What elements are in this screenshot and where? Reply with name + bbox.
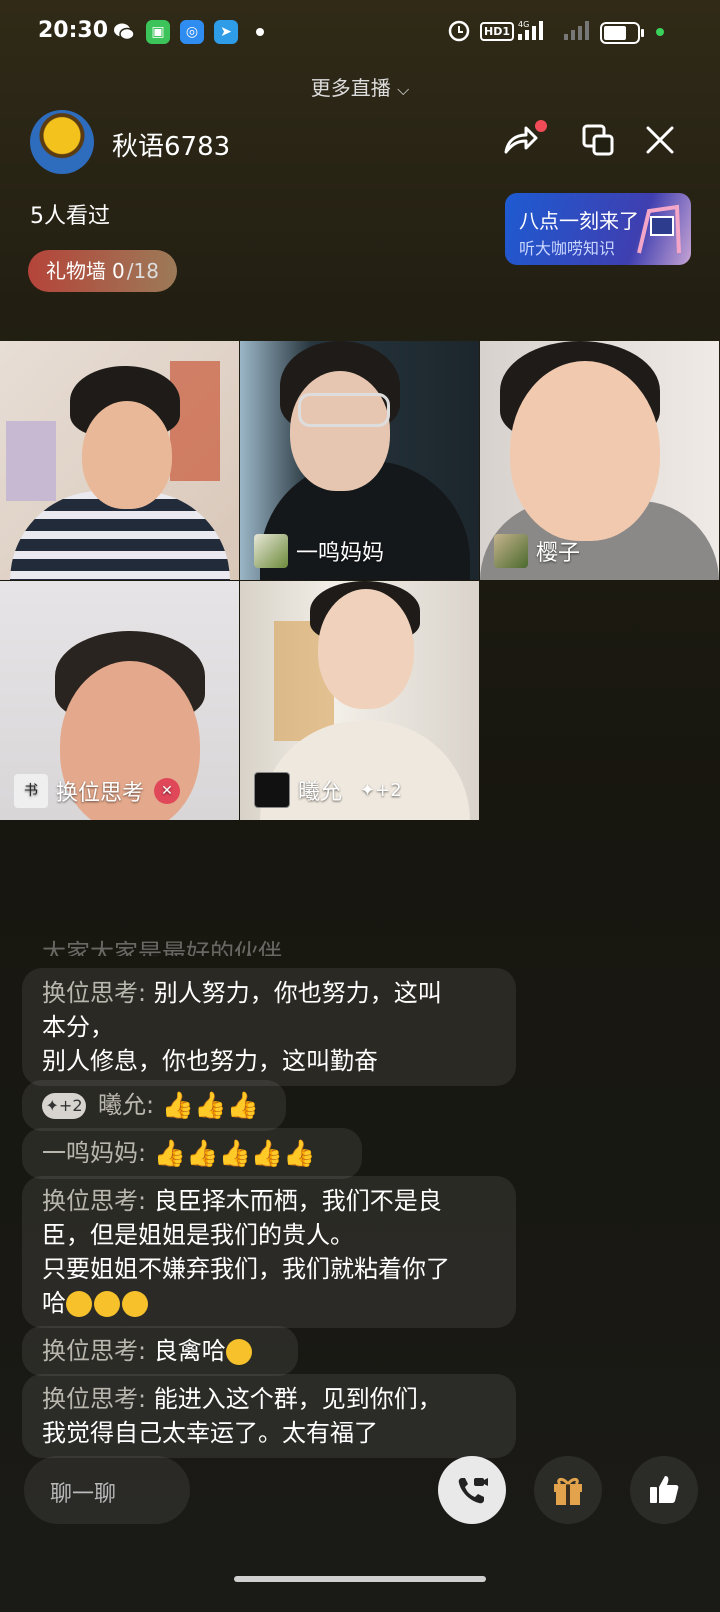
host-name[interactable]: 秋语6783 xyxy=(112,126,230,163)
chat-user: 换位思考: xyxy=(42,1337,147,1365)
battery-icon xyxy=(600,22,646,48)
user-avatar xyxy=(254,772,290,808)
chat-message: 换位思考: 良臣择木而栖，我们不是良 臣，但是姐姐是我们的贵人。 只要姐姐不嫌弃… xyxy=(22,1176,516,1328)
chat-input[interactable]: 聊一聊 xyxy=(24,1456,190,1524)
telegram-icon: ➤ xyxy=(214,20,238,44)
chat-text: 良禽哈 xyxy=(153,1337,226,1365)
more-live-button[interactable]: 更多直播 ⌵ xyxy=(0,72,720,101)
chat-text: 本分， xyxy=(42,1013,114,1041)
grin-emoji xyxy=(122,1291,148,1317)
grin-emoji xyxy=(94,1291,120,1317)
chat-text: 哈 xyxy=(42,1289,66,1317)
svg-text:4G: 4G xyxy=(518,20,529,29)
chat-text: 臣，但是姐姐是我们的贵人。 xyxy=(42,1221,354,1249)
video-tile-4[interactable]: 书 换位思考 ✕ xyxy=(0,581,239,820)
chat-message: 换位思考: 能进入这个群，见到你们， 我觉得自己太幸运了。太有福了 xyxy=(22,1374,516,1458)
thumbs-up-emoji: 👍 xyxy=(186,1139,219,1169)
like-button[interactable] xyxy=(630,1456,698,1524)
thumbs-up-emoji: 👍 xyxy=(218,1139,251,1169)
thumbs-up-emoji: 👍 xyxy=(226,1091,259,1121)
chat-user: 换位思考: xyxy=(42,979,147,1007)
chat-message: ✦+2 曦允: 👍👍👍 xyxy=(22,1080,286,1131)
thumbs-up-emoji: 👍 xyxy=(194,1091,227,1121)
chat-user: 换位思考: xyxy=(42,1385,147,1413)
status-time: 20:30 xyxy=(38,18,109,43)
tile-user-name: 一鸣妈妈 xyxy=(296,541,385,566)
promo-subtitle: 听大咖唠知识 xyxy=(519,239,616,258)
user-avatar xyxy=(254,534,288,568)
share-icon[interactable] xyxy=(500,120,540,160)
chat-message: 一鸣妈妈: 👍👍👍👍👍 xyxy=(22,1128,362,1179)
thumbs-up-emoji: 👍 xyxy=(153,1139,187,1169)
chat-message: 换位思考: 良禽哈 xyxy=(22,1326,298,1376)
chevron-down-icon: ⌵ xyxy=(397,80,410,99)
tile-badge: +2 xyxy=(375,779,402,801)
chair-icon xyxy=(637,204,681,254)
share-notification-dot xyxy=(535,120,547,132)
gift-wall-count: 0 xyxy=(112,259,125,283)
tile-label: 书 换位思考 ✕ xyxy=(14,774,181,808)
gift-wall-button[interactable]: 礼物墙 0 /18 xyxy=(28,250,177,292)
gift-wall-label: 礼物墙 xyxy=(46,259,106,283)
close-icon[interactable] xyxy=(640,120,680,160)
phone-video-icon xyxy=(458,1478,488,1504)
chat-text: 别人修息，你也努力，这叫勤奋 xyxy=(42,1047,378,1075)
promo-banner[interactable]: 八点一刻来了 听大咖唠知识 xyxy=(505,193,691,265)
thumbs-up-emoji: 👍 xyxy=(283,1139,316,1169)
home-indicator[interactable] xyxy=(234,1576,486,1582)
viewer-count: 5人看过 xyxy=(30,204,110,229)
like-icon xyxy=(650,1476,679,1503)
window-icon[interactable] xyxy=(578,120,618,160)
privacy-indicator-dot xyxy=(656,28,664,36)
gift-icon xyxy=(554,1477,582,1505)
gift-wall-total: /18 xyxy=(126,259,159,283)
signal-2-icon xyxy=(562,18,596,46)
signal-icon: 4G xyxy=(516,18,556,46)
gift-button[interactable] xyxy=(534,1456,602,1524)
chat-input-placeholder: 聊一聊 xyxy=(50,1482,117,1507)
sparkle-icon: ✦ xyxy=(360,779,376,801)
user-avatar xyxy=(494,534,528,568)
qq-browser-icon: ◎ xyxy=(180,20,204,44)
host-avatar[interactable] xyxy=(30,110,94,174)
grin-emoji xyxy=(225,1339,252,1365)
chat-user: 曦允: xyxy=(98,1091,155,1119)
grin-emoji xyxy=(66,1291,92,1317)
chat-user: 换位思考: xyxy=(42,1187,147,1215)
mic-muted-icon: ✕ xyxy=(154,778,181,804)
chat-text: 我觉得自己太幸运了。太有福了 xyxy=(42,1419,378,1447)
video-tile-1[interactable] xyxy=(0,341,239,580)
chat-text: 只要姐姐不嫌弃我们，我们就粘着你了 xyxy=(42,1255,450,1283)
user-avatar: 书 xyxy=(14,774,48,808)
tile-user-name: 换位思考 xyxy=(56,781,145,806)
chat-text: 良臣择木而栖，我们不是良 xyxy=(153,1187,442,1215)
chat-message: 换位思考: 别人努力，你也努力，这叫 本分， 别人修息，你也努力，这叫勤奋 xyxy=(22,968,516,1086)
chat-text: 别人努力，你也努力，这叫 xyxy=(153,979,442,1007)
tile-user-name: 樱子 xyxy=(536,541,581,566)
thumbs-up-emoji: 👍 xyxy=(250,1139,284,1169)
chat-message-partial: 大家大家是最好的伙伴 xyxy=(42,939,282,956)
notification-dot xyxy=(256,28,264,36)
hd-badge: HD1 xyxy=(480,22,514,41)
app-store-icon: ▣ xyxy=(146,20,170,44)
promo-title: 八点一刻来了 xyxy=(519,209,639,233)
tile-label: 曦允 ✦ +2 xyxy=(254,772,402,808)
video-tile-3[interactable]: 樱子 xyxy=(480,341,719,580)
alarm-icon xyxy=(448,18,470,46)
level-badge: ✦+2 xyxy=(42,1093,86,1119)
more-live-label: 更多直播 xyxy=(310,76,391,100)
wechat-icon xyxy=(112,20,136,44)
tile-label: 樱子 xyxy=(494,534,580,568)
tile-user-name: 曦允 xyxy=(298,780,343,805)
thumbs-up-emoji: 👍 xyxy=(161,1091,195,1121)
call-button[interactable] xyxy=(438,1456,506,1524)
video-tile-5[interactable]: 曦允 ✦ +2 xyxy=(240,581,479,820)
chat-text: 能进入这个群，见到你们， xyxy=(153,1385,442,1413)
chat-user: 一鸣妈妈: xyxy=(42,1139,147,1167)
video-tile-2[interactable]: 一鸣妈妈 xyxy=(240,341,479,580)
tile-label: 一鸣妈妈 xyxy=(254,534,384,568)
